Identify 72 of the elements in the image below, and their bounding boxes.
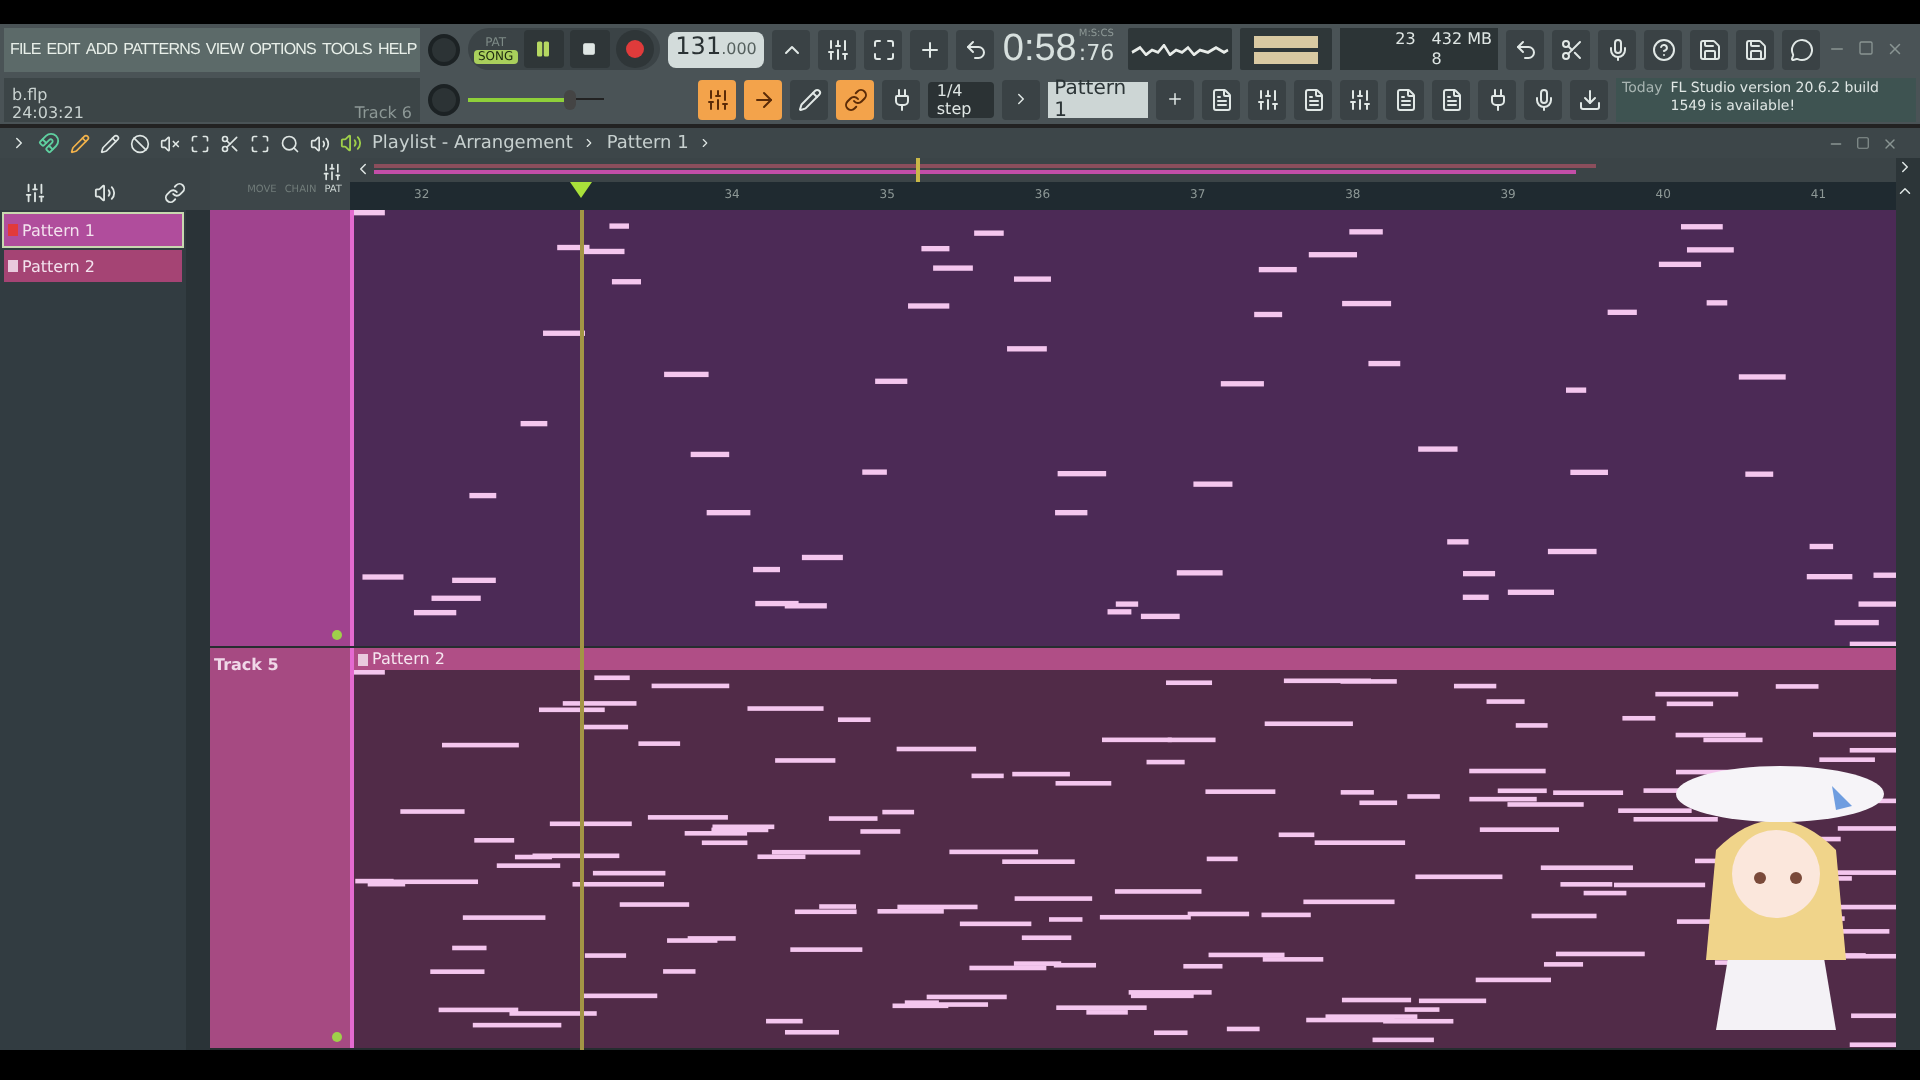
pattern-icon [8,260,18,272]
search-icon[interactable] [280,133,300,153]
pattern-clip[interactable]: Pattern 2 [350,648,1896,1048]
pattern-selector[interactable]: Pattern 1 [1048,81,1148,117]
speaker-icon[interactable] [310,133,330,153]
snap-selector[interactable]: 1/4 step [928,81,995,117]
maximize-icon[interactable] [1856,135,1870,149]
save-new-icon[interactable] [1736,29,1774,69]
menu-item[interactable]: FILE [10,40,41,58]
track-header[interactable]: Track 5 [210,648,350,1048]
project-file-name: b.flp [12,85,48,103]
menu-item[interactable]: HELP [377,40,417,58]
project-time: 24:03:21 [12,103,84,121]
stop-button[interactable] [569,30,610,68]
menu-item[interactable]: OPTIONS [249,40,316,58]
time-hundredths: :76 [1078,39,1115,65]
waveform-drawing [1129,43,1229,55]
breadcrumb-item[interactable]: Pattern 1 [606,133,689,153]
pattern-item[interactable]: Pattern 2 [4,250,182,282]
microphone-icon[interactable] [1598,29,1636,69]
menu-item[interactable]: TOOLS [322,40,372,58]
stop-icon [582,42,597,56]
link-icon[interactable] [836,79,875,119]
arrow-right-icon[interactable] [10,134,28,152]
document-icon[interactable] [1432,79,1470,119]
menu-item[interactable]: EDIT [46,40,80,58]
clip-title: Pattern 2 [372,650,445,669]
chevron-up-icon[interactable] [1896,182,1914,200]
help-icon[interactable] [1644,29,1682,69]
song-time: 0:58 [1002,27,1077,71]
scissors-icon[interactable] [1552,29,1590,69]
pause-button[interactable] [523,30,564,68]
scrollbar[interactable] [1896,210,1920,1050]
delete-icon[interactable] [130,133,150,153]
mixer-icon[interactable] [1340,79,1378,119]
close-icon[interactable] [1882,135,1898,151]
menu-item[interactable]: PATTERNS [123,40,200,58]
track-name: Track 5 [214,656,279,675]
speaker-icon[interactable] [340,132,362,154]
menu-item[interactable]: VIEW [205,40,244,58]
status-dot[interactable] [332,630,342,641]
polyphony-count: 8 [1431,50,1444,69]
tempo-field[interactable]: 131.000 [667,31,765,67]
close-icon[interactable] [1886,40,1904,58]
breadcrumb-item[interactable]: Playlist - Arrangement [372,133,573,153]
status-dot[interactable] [332,1032,342,1042]
hint-text: Track 6 [354,103,412,121]
pencil-icon[interactable] [70,133,90,153]
record-icon [625,40,644,58]
chevron-left-icon[interactable] [354,160,372,178]
chevron-icon [698,136,713,150]
mute-icon[interactable] [160,133,180,153]
undo-icon[interactable] [1506,29,1544,69]
plug-icon[interactable] [1478,79,1516,119]
add-icon[interactable] [1156,79,1194,119]
master-volume-slider[interactable] [468,89,605,109]
chevron-right-icon[interactable] [1896,158,1914,176]
save-icon[interactable] [1690,29,1728,69]
scrollbar[interactable] [186,210,210,1050]
memory-usage: 432 MB [1431,29,1492,48]
cpu-usage: 23 [1395,29,1416,48]
download-icon[interactable] [1570,79,1608,119]
chat-icon[interactable] [1782,29,1820,69]
pattern-item[interactable]: Pattern 1 [4,214,182,246]
scissors-icon[interactable] [220,133,240,153]
menu-item[interactable]: ADD [85,40,118,58]
pause-icon [534,40,553,58]
pattern-icon [358,653,368,666]
chevron-icon [582,136,597,150]
level-meter-drawing [1253,35,1317,63]
pattern-icon [8,224,18,236]
magnet-icon[interactable] [38,132,60,154]
